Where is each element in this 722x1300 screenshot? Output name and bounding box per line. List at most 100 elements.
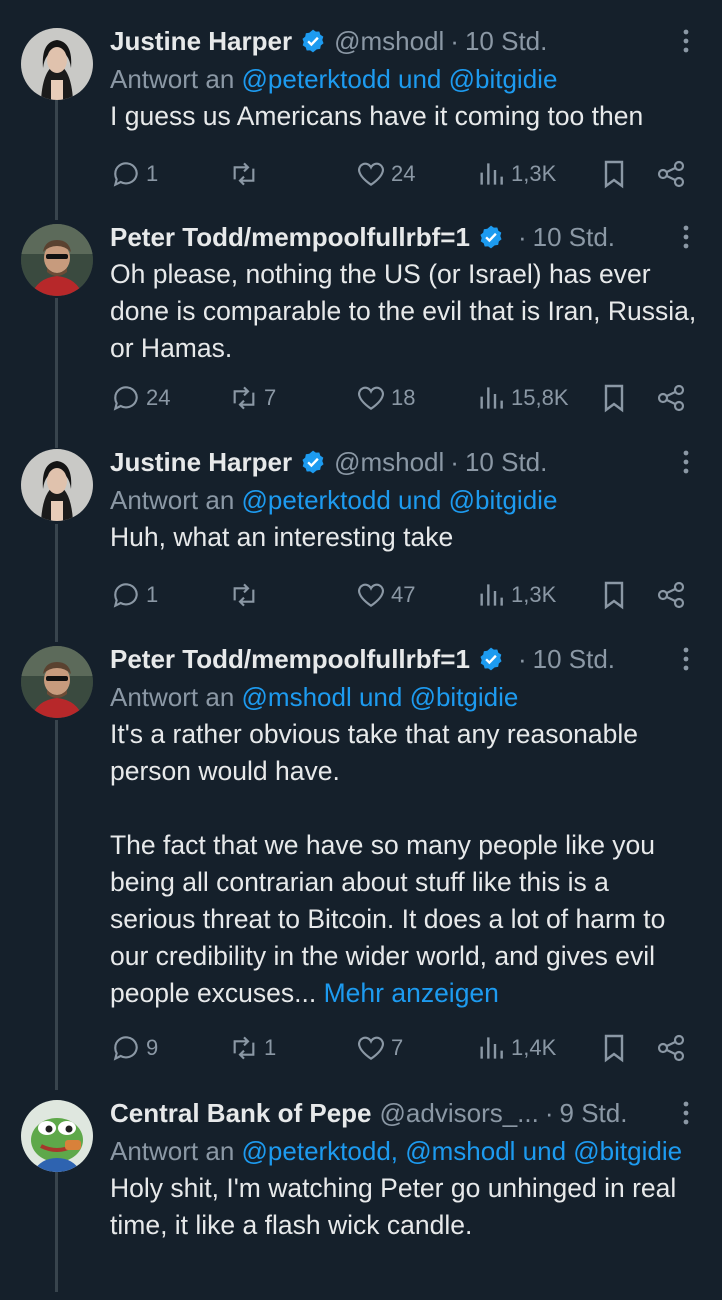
author-name[interactable]: Peter Todd/mempoolfullrbf=1 (110, 222, 470, 253)
tweet-time[interactable]: 10 Std. (465, 26, 547, 57)
more-icon[interactable] (674, 1098, 698, 1128)
bookmark-icon[interactable] (598, 378, 630, 418)
avatar[interactable] (21, 224, 93, 296)
author-handle[interactable]: @mshodl (334, 26, 444, 57)
retweet-icon (233, 386, 255, 410)
reply-mentions[interactable]: @peterktodd und @bitgidie (242, 485, 558, 515)
avatar[interactable] (21, 1100, 93, 1172)
action-bar: 1 24 1,3K (110, 154, 700, 194)
reply-mentions[interactable]: @mshodl und @bitgidie (242, 682, 519, 712)
verified-badge-icon (300, 28, 326, 54)
like-icon (358, 162, 384, 186)
reply-prefix: Antwort an (110, 682, 235, 712)
reply-count: 1 (146, 161, 159, 186)
reply-context: Antwort an @mshodl und @bitgidie (110, 678, 698, 716)
reply-button[interactable]: 24 (110, 378, 170, 418)
retweet-count: 1 (264, 1035, 277, 1060)
views-count: 1,3K (511, 161, 557, 186)
avatar[interactable] (21, 449, 93, 521)
bookmark-icon[interactable] (598, 154, 630, 194)
retweet-button[interactable]: 7 (228, 378, 276, 418)
tweet-text: Holy shit, I'm watching Peter go unhinge… (110, 1173, 684, 1240)
reply-icon (113, 583, 138, 608)
bookmark-icon[interactable] (598, 575, 630, 615)
views-button[interactable]: 1,4K (475, 1028, 556, 1068)
views-button[interactable]: 15,8K (475, 378, 569, 418)
reply-prefix: Antwort an (110, 64, 235, 94)
like-count: 18 (391, 385, 416, 410)
like-button[interactable]: 7 (355, 1028, 403, 1068)
author-handle[interactable]: @mshodl (334, 447, 444, 478)
like-count: 47 (391, 582, 416, 607)
verified-badge-icon (478, 224, 504, 250)
tweet-time[interactable]: 9 Std. (560, 1098, 628, 1129)
reply-button[interactable]: 9 (110, 1028, 158, 1068)
like-button[interactable]: 24 (355, 154, 415, 194)
like-icon (358, 386, 384, 410)
tweet-text: It's a rather obvious take that any reas… (110, 719, 666, 1008)
reply-mentions[interactable]: @peterktodd, @mshodl und @bitgidie (242, 1136, 683, 1166)
reply-prefix: Antwort an (110, 1136, 235, 1166)
reply-icon (113, 386, 138, 411)
retweet-icon (233, 583, 255, 607)
avatar[interactable] (21, 646, 93, 718)
reply-context: Antwort an @peterktodd, @mshodl und @bit… (110, 1132, 698, 1170)
share-icon[interactable] (655, 1028, 687, 1068)
tweet-time[interactable]: 10 Std. (533, 222, 615, 253)
like-icon (358, 1036, 384, 1060)
author-name[interactable]: Justine Harper (110, 26, 292, 57)
separator-dot: · (450, 25, 459, 56)
author-handle[interactable]: @advisors_... (380, 1098, 539, 1129)
reply-context: Antwort an @peterktodd und @bitgidie (110, 60, 698, 98)
tweet[interactable]: Central Bank of Pepe @advisors_... · 9 S… (0, 1094, 722, 1294)
reply-mentions[interactable]: @peterktodd und @bitgidie (242, 64, 558, 94)
tweet[interactable]: Peter Todd/mempoolfullrbf=1 · 10 Std. Oh… (0, 218, 722, 428)
views-icon (480, 163, 503, 185)
author-name[interactable]: Peter Todd/mempoolfullrbf=1 (110, 644, 470, 675)
reply-count: 24 (146, 385, 171, 410)
more-icon[interactable] (674, 644, 698, 674)
retweet-icon (233, 1036, 255, 1060)
separator-dot: · (517, 643, 527, 674)
reply-icon (113, 1036, 138, 1061)
avatar[interactable] (21, 28, 93, 100)
separator-dot: · (517, 221, 527, 252)
like-icon (358, 583, 384, 607)
share-icon[interactable] (655, 575, 687, 615)
more-icon[interactable] (674, 222, 698, 252)
reply-button[interactable]: 1 (110, 575, 158, 615)
action-bar: 24 7 18 15,8K (110, 378, 700, 418)
tweet-text: Oh please, nothing the US (or Israel) ha… (110, 259, 704, 363)
reply-button[interactable]: 1 (110, 154, 158, 194)
more-icon[interactable] (674, 26, 698, 56)
retweet-icon (233, 162, 255, 186)
retweet-button[interactable] (228, 154, 264, 194)
tweet[interactable]: Justine Harper @mshodl · 10 Std. Antwort… (0, 22, 722, 202)
tweet[interactable]: Justine Harper @mshodl · 10 Std. Antwort… (0, 443, 722, 623)
show-more-link[interactable]: Mehr anzeigen (324, 978, 499, 1008)
retweet-button[interactable]: 1 (228, 1028, 276, 1068)
reply-count: 9 (146, 1035, 159, 1060)
share-icon[interactable] (655, 378, 687, 418)
author-name[interactable]: Justine Harper (110, 447, 292, 478)
tweet-time[interactable]: 10 Std. (465, 447, 547, 478)
views-button[interactable]: 1,3K (475, 575, 556, 615)
author-name[interactable]: Central Bank of Pepe (110, 1098, 372, 1129)
views-count: 1,3K (511, 582, 557, 607)
views-button[interactable]: 1,3K (475, 154, 556, 194)
bookmark-icon[interactable] (598, 1028, 630, 1068)
like-button[interactable]: 18 (355, 378, 415, 418)
tweet-time[interactable]: 10 Std. (533, 644, 615, 675)
tweet[interactable]: Peter Todd/mempoolfullrbf=1 · 10 Std. An… (0, 640, 722, 1070)
action-bar: 1 47 1,3K (110, 575, 700, 615)
more-icon[interactable] (674, 447, 698, 477)
reply-prefix: Antwort an (110, 485, 235, 515)
retweet-count: 7 (264, 385, 277, 410)
share-icon[interactable] (655, 154, 687, 194)
like-button[interactable]: 47 (355, 575, 415, 615)
views-icon (480, 584, 503, 606)
views-count: 1,4K (511, 1035, 557, 1060)
reply-count: 1 (146, 582, 159, 607)
reply-icon (113, 162, 138, 187)
retweet-button[interactable] (228, 575, 264, 615)
